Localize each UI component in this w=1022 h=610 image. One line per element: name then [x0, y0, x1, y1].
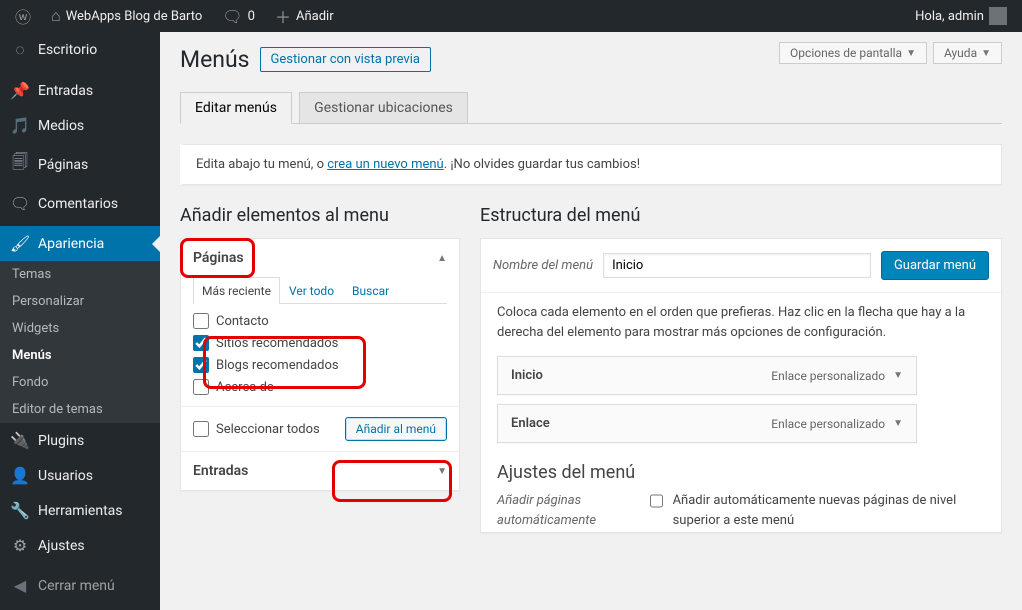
plug-icon: 🔌 [10, 431, 30, 450]
users-icon: 👤 [10, 466, 30, 485]
dashboard-icon: ◌ [10, 40, 30, 60]
comment-icon: 🗨 [10, 194, 30, 213]
submenu-editor[interactable]: Editor de temas [0, 396, 160, 423]
collapse-menu[interactable]: ◀Cerrar menú [0, 568, 160, 603]
auto-add-check[interactable] [650, 493, 663, 509]
select-all[interactable] [193, 421, 209, 437]
admin-bar: ⓦ ⌂WebApps Blog de Barto 🗨0 ＋Añadir Hola… [0, 0, 1022, 32]
menu-tools[interactable]: 🔧Herramientas [0, 493, 160, 528]
auto-add-text: Añadir automáticamente nuevas páginas de… [673, 491, 985, 530]
collapse-icon: ◀ [10, 576, 30, 595]
auto-add-label: Añadir páginas automáticamente [497, 491, 640, 530]
chevron-down-icon: ▼ [437, 466, 447, 477]
nav-tabs: Editar menús Gestionar ubicaciones [180, 83, 1002, 124]
menu-appearance[interactable]: 🖌Apariencia [0, 226, 160, 261]
menu-name-input[interactable] [603, 253, 871, 278]
menu-pages[interactable]: 🗐Páginas [0, 143, 160, 186]
accordion: Páginas▲ Más reciente Ver todo Buscar Co… [180, 238, 460, 491]
pin-icon: 📌 [10, 81, 30, 100]
comments-count[interactable]: 🗨0 [215, 7, 262, 26]
check-acerca[interactable] [193, 379, 209, 395]
tab-search[interactable]: Buscar [343, 277, 398, 303]
label-blogs: Blogs recomendados [216, 358, 339, 373]
menu-settings-title: Ajustes del menú [497, 462, 985, 483]
wp-logo[interactable]: ⓦ [8, 4, 38, 28]
structure-title: Estructura del menú [480, 205, 1002, 226]
menu-item-type: Enlace personalizado [771, 417, 885, 431]
select-all-label: Seleccionar todos [216, 422, 320, 437]
submenu-themes[interactable]: Temas [0, 261, 160, 288]
label-sitios: Sitios recomendados [216, 336, 338, 351]
new-content[interactable]: ＋Añadir [268, 4, 341, 28]
add-items-column: Añadir elementos al menu Páginas▲ Más re… [180, 205, 460, 533]
menu-plugins[interactable]: 🔌Plugins [0, 423, 160, 458]
chevron-down-icon: ▼ [893, 418, 903, 429]
submenu-widgets[interactable]: Widgets [0, 315, 160, 342]
wrench-icon: 🔧 [10, 501, 30, 520]
menu-item-enlace[interactable]: Enlace Enlace personalizado ▼ [497, 404, 917, 443]
brush-icon: 🖌 [10, 234, 30, 253]
menu-name-label: Nombre del menú [493, 258, 593, 273]
page-title: Menús [180, 46, 250, 73]
menu-settings[interactable]: ⚙Ajustes [0, 528, 160, 563]
chevron-down-icon: ▼ [981, 48, 991, 59]
menu-item-inicio[interactable]: Inicio Enlace personalizado ▼ [497, 356, 917, 395]
chevron-down-icon: ▼ [906, 48, 916, 59]
tab-view-all[interactable]: Ver todo [280, 277, 343, 303]
submenu-customize[interactable]: Personalizar [0, 288, 160, 315]
tab-manage-locations[interactable]: Gestionar ubicaciones [299, 92, 468, 123]
chevron-down-icon: ▼ [893, 370, 903, 381]
submenu-background[interactable]: Fondo [0, 369, 160, 396]
tab-recent[interactable]: Más reciente [193, 277, 280, 304]
avatar-icon [989, 7, 1007, 25]
chevron-up-icon: ▲ [437, 253, 447, 264]
add-items-title: Añadir elementos al menu [180, 205, 460, 226]
submenu-menus[interactable]: Menús [0, 342, 160, 369]
menu-item-type: Enlace personalizado [771, 369, 885, 383]
page-icon: 🗐 [10, 151, 30, 178]
main-content: Opciones de pantalla ▼ Ayuda ▼ Menús Ges… [160, 32, 1022, 610]
media-icon: 🎵 [10, 116, 30, 135]
menu-posts[interactable]: 📌Entradas [0, 73, 160, 108]
menu-item-label: Enlace [511, 416, 550, 431]
add-to-menu-button[interactable]: Añadir al menú [345, 417, 447, 441]
structure-column: Estructura del menú Nombre del menú Guar… [480, 205, 1002, 533]
tab-edit-menus[interactable]: Editar menús [180, 92, 292, 124]
create-menu-link[interactable]: crea un nuevo menú [327, 157, 444, 172]
sliders-icon: ⚙ [10, 536, 30, 555]
site-name[interactable]: ⌂WebApps Blog de Barto [44, 6, 209, 26]
manage-preview-button[interactable]: Gestionar con vista previa [260, 47, 431, 72]
acc-pages-head[interactable]: Páginas▲ [181, 239, 459, 277]
menu-item-label: Inicio [511, 368, 543, 383]
help-button[interactable]: Ayuda ▼ [933, 42, 1002, 64]
label-acerca: Acerca de [216, 380, 274, 395]
user-greeting[interactable]: Hola, admin [908, 7, 1014, 25]
acc-entries-head[interactable]: Entradas▼ [181, 451, 459, 490]
info-banner: Edita abajo tu menú, o crea un nuevo men… [180, 144, 1002, 185]
menu-media[interactable]: 🎵Medios [0, 108, 160, 143]
menu-users[interactable]: 👤Usuarios [0, 458, 160, 493]
check-contacto[interactable] [193, 313, 209, 329]
check-blogs[interactable] [193, 357, 209, 373]
menu-comments[interactable]: 🗨Comentarios [0, 186, 160, 221]
instructions: Coloca cada elemento en el orden que pre… [481, 293, 1001, 356]
label-contacto: Contacto [216, 314, 269, 329]
menu-dashboard[interactable]: ◌Escritorio [0, 32, 160, 68]
appearance-submenu: Temas Personalizar Widgets Menús Fondo E… [0, 261, 160, 423]
admin-sidebar: ◌Escritorio 📌Entradas 🎵Medios 🗐Páginas 🗨… [0, 32, 160, 610]
save-menu-button[interactable]: Guardar menú [881, 251, 989, 280]
screen-options-button[interactable]: Opciones de pantalla ▼ [779, 42, 927, 64]
check-sitios[interactable] [193, 335, 209, 351]
